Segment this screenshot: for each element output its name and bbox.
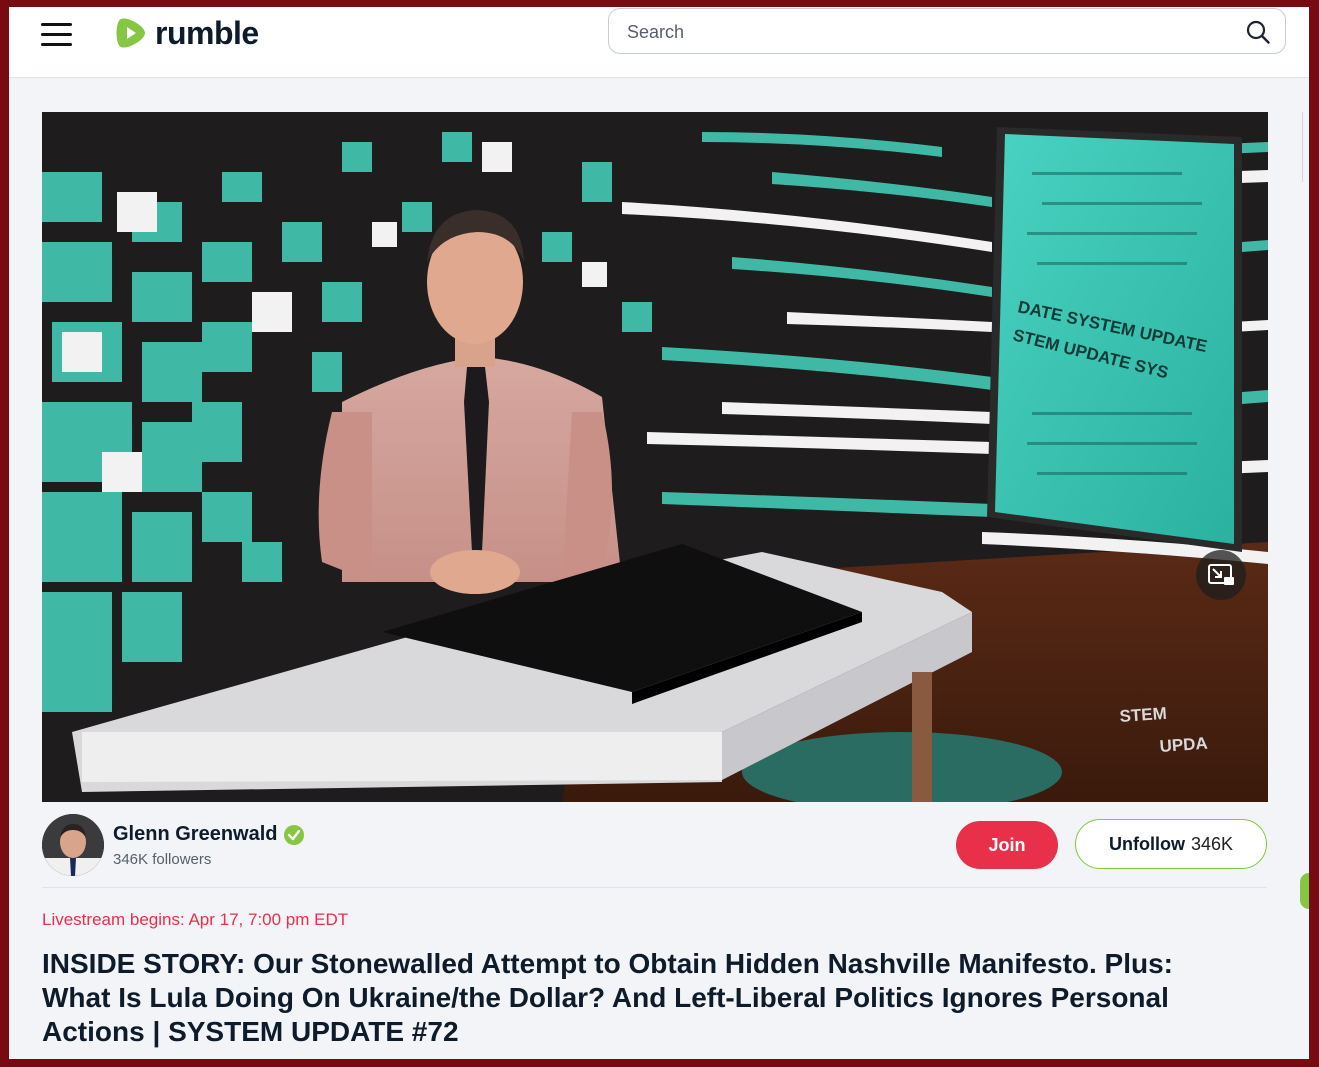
video-player[interactable]: DATE SYSTEM UPDATE STEM UPDATE SYS STEM … [42, 112, 1268, 802]
search-box [608, 8, 1286, 54]
picture-in-picture-button[interactable] [1196, 550, 1246, 600]
unfollow-button[interactable]: Unfollow 346K [1075, 819, 1267, 869]
brand-name: rumble [155, 14, 259, 51]
livestream-status: Livestream begins: Apr 17, 7:00 pm EDT [42, 910, 349, 929]
picture-in-picture-icon [1208, 564, 1234, 585]
svg-text:UPDA: UPDA [1159, 734, 1208, 756]
unfollow-count: 346K [1190, 833, 1234, 854]
verified-check-icon [284, 825, 304, 845]
rumble-logo[interactable]: rumble [113, 13, 259, 53]
sidebar-edge-badge [1300, 873, 1309, 909]
video-frame: DATE SYSTEM UPDATE STEM UPDATE SYS STEM … [42, 112, 1268, 802]
rumble-logo-icon [116, 18, 145, 48]
channel-name[interactable]: Glenn Greenwald [113, 823, 277, 846]
unfollow-label: Unfollow [1108, 833, 1185, 854]
search-icon[interactable] [1245, 19, 1271, 45]
follower-count: 346K followers [113, 851, 212, 868]
video-title: INSIDE STORY: Our Stonewalled Attempt to… [42, 948, 1174, 1047]
join-button[interactable]: Join [956, 821, 1058, 869]
menu-icon[interactable] [41, 23, 73, 47]
search-input[interactable] [625, 17, 1229, 47]
avatar[interactable] [42, 814, 104, 876]
page: rumble Search DATE SYSTEM UPDATE STEM UP… [9, 7, 1309, 1059]
sidebar-edge [1302, 112, 1303, 182]
top-bar: rumble [9, 7, 1309, 78]
divider [42, 887, 1267, 888]
svg-text:STEM: STEM [1119, 704, 1167, 726]
avatar-image [42, 814, 104, 876]
